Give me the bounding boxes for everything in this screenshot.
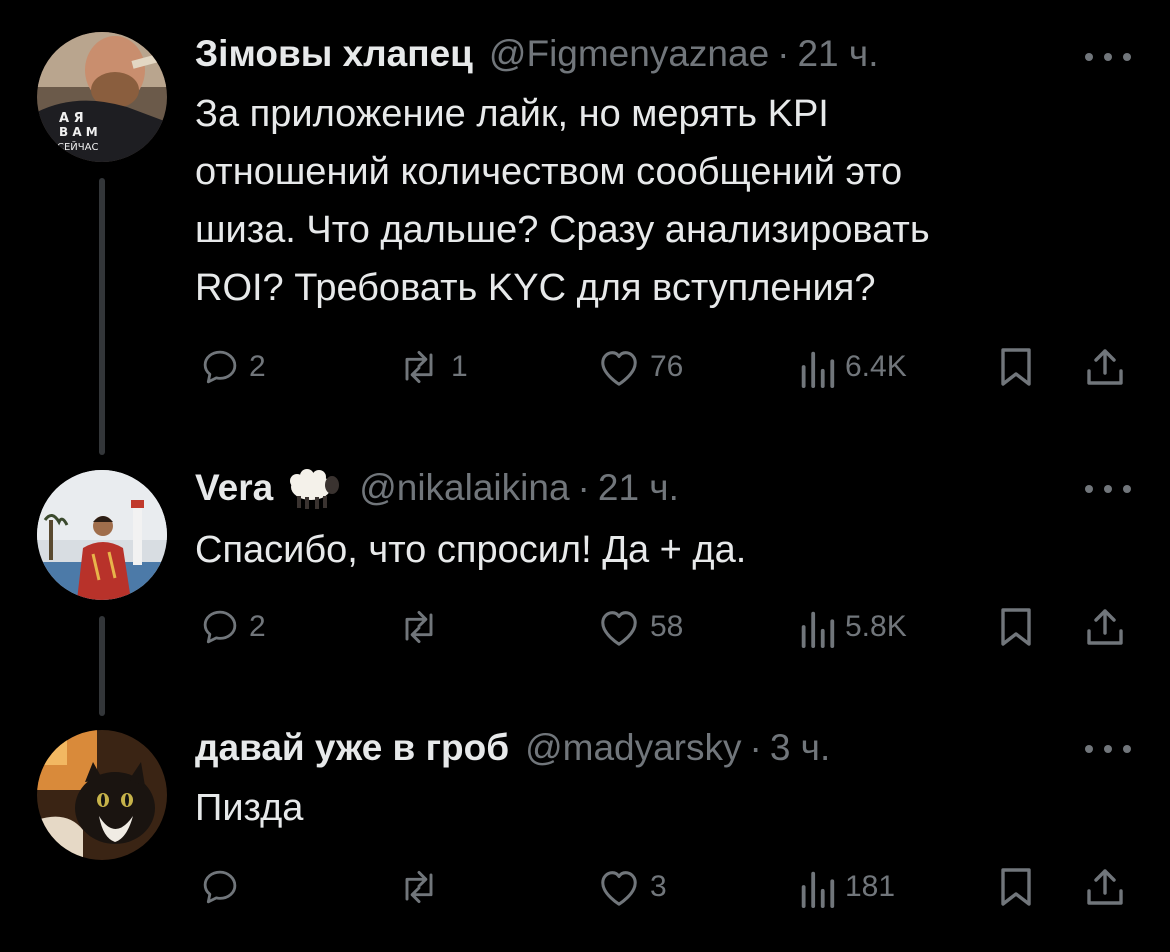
timestamp[interactable]: 21 ч. bbox=[598, 467, 679, 509]
share-icon bbox=[1087, 869, 1123, 905]
separator-dot: · bbox=[749, 727, 762, 768]
heart-icon bbox=[601, 611, 637, 646]
display-name[interactable]: Vera bbox=[195, 467, 273, 509]
tweet-header: давай уже в гроб @madyarsky · 3 ч. bbox=[195, 723, 830, 773]
sheep-icon bbox=[283, 463, 343, 513]
views-button[interactable]: 5.8K bbox=[797, 602, 907, 652]
more-options-icon[interactable] bbox=[1085, 739, 1131, 759]
share-icon bbox=[1087, 609, 1123, 645]
user-handle[interactable]: @madyarsky bbox=[525, 727, 741, 769]
separator-dot: · bbox=[577, 467, 590, 508]
reply-count: 2 bbox=[249, 350, 266, 383]
repost-button[interactable] bbox=[395, 602, 451, 652]
more-options-icon[interactable] bbox=[1085, 47, 1131, 67]
separator-dot: · bbox=[777, 33, 790, 74]
heart-icon bbox=[601, 871, 637, 906]
avatar[interactable] bbox=[37, 470, 167, 600]
bookmark-icon bbox=[1001, 868, 1031, 906]
like-count: 76 bbox=[650, 350, 684, 383]
views-icon bbox=[801, 351, 835, 388]
reply-icon bbox=[203, 610, 237, 644]
bookmark-button[interactable] bbox=[998, 602, 1034, 652]
reply-icon bbox=[203, 870, 237, 904]
action-bar: 2 58 5.8K bbox=[0, 602, 1170, 652]
avatar[interactable] bbox=[37, 730, 167, 860]
bookmark-button[interactable] bbox=[998, 862, 1034, 912]
timestamp[interactable]: 21 ч. bbox=[797, 33, 878, 75]
repost-icon bbox=[405, 610, 433, 644]
like-button[interactable]: 58 bbox=[596, 602, 683, 652]
share-button[interactable] bbox=[1083, 862, 1127, 912]
tweet-text: Спасибо, что спросил! Да + да. bbox=[195, 529, 747, 571]
thread-line bbox=[99, 178, 105, 455]
views-count: 181 bbox=[845, 870, 896, 903]
tweet-header: Vera @nikalaikina · 21 ч. bbox=[195, 463, 679, 513]
like-count: 58 bbox=[650, 610, 684, 643]
avatar-shirt-text-1: А Я bbox=[59, 111, 84, 126]
display-name[interactable]: Зімовы хлапец bbox=[195, 33, 473, 75]
display-name[interactable]: давай уже в гроб bbox=[195, 727, 509, 769]
timestamp[interactable]: 3 ч. bbox=[770, 727, 830, 769]
views-button[interactable]: 6.4K bbox=[797, 342, 907, 392]
repost-count: 1 bbox=[451, 350, 468, 383]
bookmark-button[interactable] bbox=[998, 342, 1034, 392]
bookmark-icon bbox=[1001, 608, 1031, 646]
tweet-text: За приложение лайк, но мерять KPI отноше… bbox=[195, 93, 930, 309]
more-options-icon[interactable] bbox=[1085, 479, 1131, 499]
share-icon bbox=[1087, 349, 1123, 385]
like-count: 3 bbox=[650, 870, 667, 903]
views-icon bbox=[801, 871, 835, 908]
views-icon bbox=[801, 611, 835, 648]
action-bar: 3 181 bbox=[0, 862, 1170, 912]
avatar-shirt-text-3: СЕЙЧАС bbox=[57, 140, 98, 153]
repost-icon bbox=[405, 870, 433, 904]
action-bar: 2 1 76 6.4K bbox=[0, 342, 1170, 392]
reply-button[interactable]: 2 bbox=[199, 602, 266, 652]
share-button[interactable] bbox=[1083, 342, 1127, 392]
avatar-shirt-text-2: В А М bbox=[59, 125, 98, 139]
reply-count: 2 bbox=[249, 610, 266, 643]
like-button[interactable]: 76 bbox=[596, 342, 683, 392]
repost-icon bbox=[405, 350, 433, 384]
share-button[interactable] bbox=[1083, 602, 1127, 652]
repost-button[interactable]: 1 bbox=[395, 342, 468, 392]
views-button[interactable]: 181 bbox=[797, 862, 895, 912]
repost-button[interactable] bbox=[395, 862, 451, 912]
avatar[interactable]: А Я В А М СЕЙЧАС bbox=[37, 32, 167, 162]
tweet-text: Пизда bbox=[195, 787, 304, 829]
views-count: 6.4K bbox=[845, 350, 907, 383]
user-handle[interactable]: @Figmenyaznae bbox=[489, 33, 769, 75]
reply-button[interactable] bbox=[199, 862, 249, 912]
reply-button[interactable]: 2 bbox=[199, 342, 266, 392]
heart-icon bbox=[601, 351, 637, 386]
reply-icon bbox=[203, 350, 237, 384]
views-count: 5.8K bbox=[845, 610, 907, 643]
user-handle[interactable]: @nikalaikina bbox=[359, 467, 569, 509]
like-button[interactable]: 3 bbox=[596, 862, 667, 912]
tweet-header: Зімовы хлапец @Figmenyaznae · 21 ч. bbox=[195, 29, 878, 79]
bookmark-icon bbox=[1001, 348, 1031, 386]
